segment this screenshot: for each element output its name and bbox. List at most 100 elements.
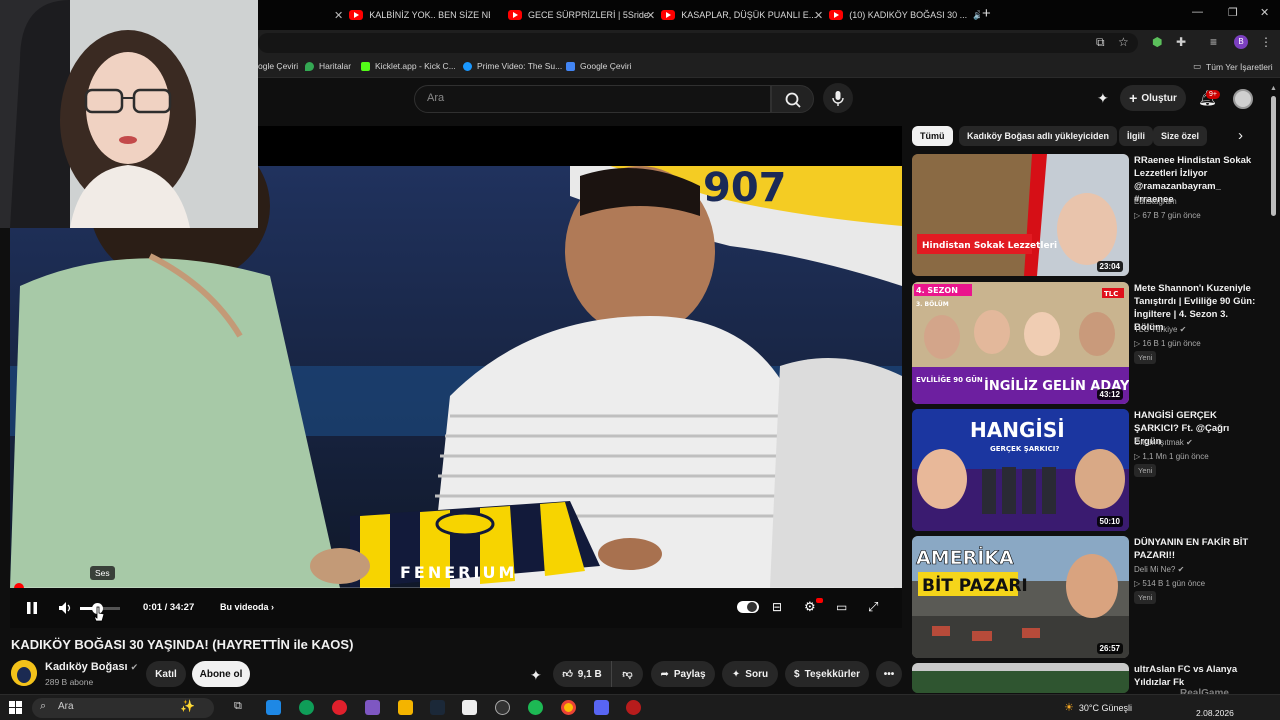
address-bar[interactable] (258, 33, 1138, 53)
premium-extension-icon[interactable]: ✦ (1097, 90, 1109, 107)
fullscreen-icon[interactable]: ⤢ (868, 599, 878, 615)
taskbar-search[interactable]: ⌕ Ara ✨ (32, 698, 214, 718)
chapter-button[interactable]: Bu videoda › (220, 602, 274, 612)
video-thumbnail[interactable]: 4. SEZON 3. BÖLÜM TLC EVLİLİĞE 90 GÜN İN… (912, 282, 1129, 404)
obs-icon[interactable] (495, 700, 510, 715)
subscribe-button[interactable]: Abone ol (192, 661, 250, 687)
search-button[interactable] (771, 85, 814, 113)
close-icon[interactable]: ✕ (814, 9, 823, 22)
subtitles-icon[interactable]: ⊟ (772, 600, 782, 614)
rec-title[interactable]: ultrAslan FC vs Alanya Yıldızlar Fk (1134, 663, 1252, 689)
restore-icon[interactable]: ❐ (1228, 6, 1238, 19)
recommendation-card[interactable]: HANGİSİ GERÇEK ŞARKICI? 50:10 HANGİSİ GE… (912, 409, 1252, 531)
chrome-icon[interactable] (561, 700, 576, 715)
rec-channel[interactable]: Orkun Işıtmak ✔ (1134, 438, 1193, 447)
video-thumbnail[interactable]: AMERİKA BİT PAZARI 26:57 (912, 536, 1129, 658)
chip-for-you[interactable]: Size özel (1153, 126, 1208, 146)
close-window-icon[interactable]: ✕ (1260, 6, 1269, 19)
opera-icon[interactable] (332, 700, 347, 715)
task-view-icon[interactable]: ⧉ (234, 700, 242, 713)
rec-stats: ▷ 67 B 7 gün önce (1134, 211, 1201, 220)
ask-button[interactable]: ✦ Soru (722, 661, 778, 687)
video-thumbnail[interactable]: Hindistan Sokak Lezzetleri 23:04 (912, 154, 1129, 276)
copilot-icon[interactable] (365, 700, 380, 715)
account-avatar[interactable] (1233, 89, 1253, 109)
chip-all[interactable]: Tümü (912, 126, 953, 146)
channel-avatar[interactable] (11, 660, 37, 686)
rec-title[interactable]: DÜNYANIN EN FAKİR BİT PAZARI!! (1134, 536, 1259, 562)
browser-tab[interactable]: GECE SÜRPRİZLERİ | 5Sriders | M... (508, 4, 648, 26)
weather-widget[interactable]: ☀ 30°C Güneşli (1064, 701, 1132, 714)
rec-channel[interactable]: Deli Mi Ne? ✔ (1134, 565, 1184, 574)
video-thumbnail[interactable] (912, 663, 1129, 693)
notification-count-badge: 9+ (1206, 90, 1220, 99)
new-tab-button[interactable]: + (982, 5, 991, 22)
browser-tab[interactable]: ✕ KALBİNİZ YOK.. BEN SİZE NE Y... (330, 4, 490, 26)
bookmark-item[interactable]: Google Çeviri (566, 61, 632, 71)
windows-start-icon[interactable] (9, 701, 22, 714)
thumbs-down-icon: 👎︎ (622, 669, 633, 680)
extension-sparkle-icon[interactable]: ✦ (530, 667, 542, 684)
speaker-icon[interactable]: 🔊 (973, 10, 980, 21)
steam-icon[interactable] (430, 700, 445, 715)
more-horizontal-icon: ••• (883, 668, 895, 680)
sparkle-icon: ✦ (731, 668, 741, 680)
scrollbar-thumb[interactable] (1271, 96, 1276, 216)
bookmark-item[interactable]: Haritalar (305, 61, 351, 71)
bookmark-star-icon[interactable]: ☆ (1118, 35, 1129, 49)
voice-search-button[interactable] (823, 83, 853, 113)
file-explorer-icon[interactable] (398, 700, 413, 715)
recommendation-card[interactable]: 4. SEZON 3. BÖLÜM TLC EVLİLİĞE 90 GÜN İN… (912, 282, 1255, 404)
discord-icon[interactable] (594, 700, 609, 715)
store-icon[interactable] (462, 700, 477, 715)
rec-channel[interactable]: Editstagram (1134, 197, 1177, 206)
video-frame[interactable]: 907 FENERIUM Ses (10, 166, 902, 588)
chip-uploader[interactable]: Kadıköy Boğası adlı yükleyiciden (959, 126, 1118, 146)
pause-icon[interactable] (26, 602, 38, 614)
extension-icon[interactable]: ⬢ (1152, 35, 1162, 49)
create-button[interactable]: + Oluştur (1120, 85, 1186, 111)
volume-icon[interactable] (58, 601, 72, 615)
recommendation-card[interactable]: AMERİKA BİT PAZARI 26:57 DÜNYANIN EN FAK… (912, 536, 1252, 658)
super-thanks-icon: $ (794, 668, 800, 680)
channel-name[interactable]: Kadıköy Boğası ✔ (45, 661, 138, 673)
recommendation-card[interactable]: Hindistan Sokak Lezzetleri 23:04 RRaenee… (912, 154, 1252, 276)
thanks-button[interactable]: $ Teşekkürler (785, 661, 869, 687)
menu-kebab-icon[interactable]: ⋮ (1260, 35, 1272, 49)
profile-avatar[interactable]: B (1234, 35, 1248, 49)
spotify-icon[interactable] (528, 700, 543, 715)
more-actions-button[interactable]: ••• (876, 661, 902, 687)
install-icon[interactable]: ⧉ (1096, 35, 1105, 50)
app-icon[interactable] (266, 700, 281, 715)
close-icon[interactable]: ✕ (646, 9, 655, 22)
settings-gear-icon[interactable]: ⚙ (804, 599, 816, 615)
share-button[interactable]: ➦ Paylaş (651, 661, 715, 687)
media-icon[interactable]: ≡ (1210, 35, 1217, 49)
edge-icon[interactable] (299, 700, 314, 715)
browser-tab[interactable]: ✕ KASAPLAR, DÜŞÜK PUANLI E... (642, 4, 816, 26)
search-input[interactable]: Ara (414, 85, 771, 113)
verified-icon: ✔ (1186, 438, 1193, 447)
bookmark-item[interactable]: Prime Video: The Su... (463, 61, 562, 71)
join-button[interactable]: Katıl (146, 661, 186, 687)
theater-mode-icon[interactable]: ▭ (836, 600, 847, 614)
minimize-icon[interactable]: — (1192, 6, 1203, 18)
video-thumbnail[interactable]: HANGİSİ GERÇEK ŞARKICI? 50:10 (912, 409, 1129, 531)
bookmark-item[interactable]: Kicklet.app - Kick C... (361, 61, 456, 71)
scroll-up-icon[interactable]: ▲ (1270, 85, 1277, 92)
app-icon[interactable] (626, 700, 641, 715)
extensions-puzzle-icon[interactable]: ✚ (1176, 35, 1186, 49)
browser-tab-active[interactable]: ✕ (10) KADIKÖY BOĞASI 30 ... 🔊 ✕ (810, 4, 980, 26)
bookmark-item[interactable]: ogle Çeviri (258, 61, 298, 71)
taskbar-clock[interactable]: 2.08.2026 (1196, 697, 1234, 718)
rec-channel[interactable]: TLC Türkiye ✔ (1134, 325, 1186, 334)
close-icon[interactable]: ✕ (334, 9, 343, 22)
chip-related[interactable]: İlgili (1119, 126, 1153, 146)
like-button[interactable]: 👍︎ 9,1 B (553, 661, 611, 687)
autoplay-toggle[interactable] (737, 601, 759, 613)
chevron-right-icon[interactable]: › (1238, 127, 1243, 144)
dislike-button[interactable]: 👎︎ (611, 661, 643, 687)
new-badge: Yeni (1134, 464, 1157, 477)
all-bookmarks[interactable]: ▭ Tüm Yer İşaretleri (1193, 61, 1273, 72)
youtube-icon (661, 10, 676, 20)
